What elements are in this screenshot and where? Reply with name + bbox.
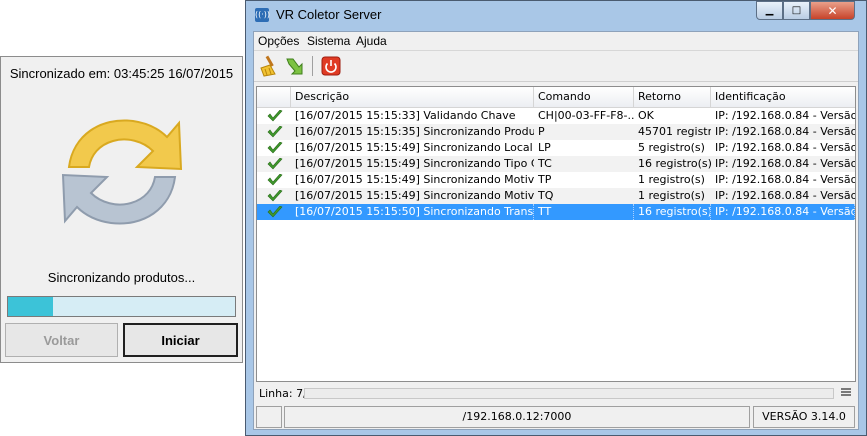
table-row[interactable]: [16/07/2015 15:15:49] Sincronizando Moti… xyxy=(257,188,855,204)
table-row[interactable]: [16/07/2015 15:15:50] Sincronizando Tran… xyxy=(257,204,855,220)
menu-sistema[interactable]: Sistema xyxy=(307,34,350,48)
table-row[interactable]: [16/07/2015 15:15:49] Sincronizando Moti… xyxy=(257,172,855,188)
status-version: VERSÃO 3.14.0 xyxy=(753,406,855,428)
cell-descricao: [16/07/2015 15:15:50] Sincronizando Tran… xyxy=(295,204,534,220)
voltar-button[interactable]: Voltar xyxy=(5,323,118,357)
cell-comando: LP xyxy=(538,141,551,154)
toolbar xyxy=(254,51,858,82)
cell-descricao: [16/07/2015 15:15:49] Sincronizando Moti… xyxy=(295,189,534,202)
cell-retorno: OK xyxy=(638,109,654,122)
close-button[interactable]: ✕ xyxy=(810,1,855,20)
progress-fill xyxy=(8,297,54,316)
header-retorno[interactable]: Retorno xyxy=(634,87,711,107)
menu-ajuda[interactable]: Ajuda xyxy=(356,34,387,48)
cell-retorno: 1 registro(s) xyxy=(638,173,705,186)
minimize-button[interactable]: ▁ xyxy=(756,1,783,20)
table-row[interactable]: [16/07/2015 15:15:33] Validando Chave CH|… xyxy=(257,108,855,124)
status-bar: /192.168.0.12:7000 VERSÃO 3.14.0 xyxy=(254,404,858,429)
cell-identificacao: IP: /192.168.0.84 - Versão... xyxy=(715,189,855,202)
cell-descricao: [16/07/2015 15:15:35] Sincronizando Prod… xyxy=(295,125,534,138)
window-title: VR Coletor Server xyxy=(276,7,382,22)
cell-identificacao: IP: /192.168.0.84 - Versão... xyxy=(715,125,855,138)
app-icon: ((·)) xyxy=(255,8,270,22)
linha-bar: Linha: 7/7 xyxy=(256,384,856,402)
table-row[interactable]: [16/07/2015 15:15:49] Sincronizando Loca… xyxy=(257,140,855,156)
cell-identificacao: IP: /192.168.0.84 - Versão... xyxy=(715,157,855,170)
cell-identificacao: IP: /192.168.0.84 - Versão... xyxy=(715,173,855,186)
status-address: /192.168.0.12:7000 xyxy=(284,406,750,428)
cell-descricao: [16/07/2015 15:15:33] Validando Chave xyxy=(295,109,516,122)
toolbar-separator xyxy=(312,56,313,76)
check-icon xyxy=(267,142,283,154)
cell-identificacao: IP: /192.168.0.84 - Versão... xyxy=(715,204,855,220)
cell-descricao: [16/07/2015 15:15:49] Sincronizando Tipo… xyxy=(295,157,534,170)
sync-status-text: Sincronizado em: 03:45:25 16/07/2015 xyxy=(9,66,234,81)
table-row[interactable]: [16/07/2015 15:15:35] Sincronizando Prod… xyxy=(257,124,855,140)
green-arrow-icon[interactable] xyxy=(284,55,306,77)
cell-comando: P xyxy=(538,125,545,138)
cell-comando: TT xyxy=(536,204,634,220)
check-icon xyxy=(267,206,283,218)
cell-comando: TQ xyxy=(538,189,554,202)
cell-descricao: [16/07/2015 15:15:49] Sincronizando Moti… xyxy=(295,173,534,186)
horizontal-scrollbar[interactable] xyxy=(304,388,834,399)
sync-arrows-icon xyxy=(61,119,183,225)
sync-progress-bar xyxy=(7,296,236,317)
check-icon xyxy=(267,190,283,202)
cell-descricao: [16/07/2015 15:15:49] Sincronizando Loca… xyxy=(295,141,534,154)
grip-icon[interactable] xyxy=(840,386,852,398)
status-panel-empty xyxy=(256,406,282,428)
cell-comando: TP xyxy=(538,173,552,186)
title-bar[interactable]: ((·)) VR Coletor Server ▁ □ ✕ xyxy=(246,1,866,31)
sync-message: Sincronizando produtos... xyxy=(47,270,196,285)
header-identificacao[interactable]: Identificação xyxy=(711,87,855,107)
power-icon[interactable] xyxy=(320,55,342,77)
check-icon xyxy=(267,158,283,170)
sync-panel: Sincronizado em: 03:45:25 16/07/2015 Sin… xyxy=(0,56,243,363)
table-header: Descrição Comando Retorno Identificação xyxy=(257,87,855,108)
cell-retorno: 1 registro(s) xyxy=(638,189,705,202)
iniciar-button[interactable]: Iniciar xyxy=(123,323,238,357)
server-window: ((·)) VR Coletor Server ▁ □ ✕ Opções Sis… xyxy=(245,0,867,436)
cell-identificacao: IP: /192.168.0.84 - Versão... xyxy=(715,141,855,154)
window-client: Opções Sistema Ajuda Descrição Comando R… xyxy=(253,31,859,430)
menu-bar: Opções Sistema Ajuda xyxy=(254,32,858,51)
maximize-button[interactable]: □ xyxy=(783,1,810,20)
cell-retorno: 45701 registr... xyxy=(638,125,711,138)
cell-comando: TC xyxy=(538,157,552,170)
cell-retorno: 5 registro(s) xyxy=(638,141,705,154)
cell-retorno: 16 registro(s) xyxy=(638,204,711,220)
cell-comando: CH|00-03-FF-F8-... xyxy=(538,109,634,122)
cell-identificacao: IP: /192.168.0.84 - Versão... xyxy=(715,109,855,122)
check-icon xyxy=(267,110,283,122)
table-row[interactable]: [16/07/2015 15:15:49] Sincronizando Tipo… xyxy=(257,156,855,172)
cell-retorno: 16 registro(s) xyxy=(638,157,711,170)
header-descricao[interactable]: Descrição xyxy=(291,87,534,107)
broom-icon[interactable] xyxy=(258,55,280,77)
log-table: Descrição Comando Retorno Identificação … xyxy=(256,86,856,382)
check-icon xyxy=(267,174,283,186)
header-status xyxy=(257,87,291,107)
header-comando[interactable]: Comando xyxy=(534,87,634,107)
menu-opcoes[interactable]: Opções xyxy=(258,34,299,48)
check-icon xyxy=(267,126,283,138)
